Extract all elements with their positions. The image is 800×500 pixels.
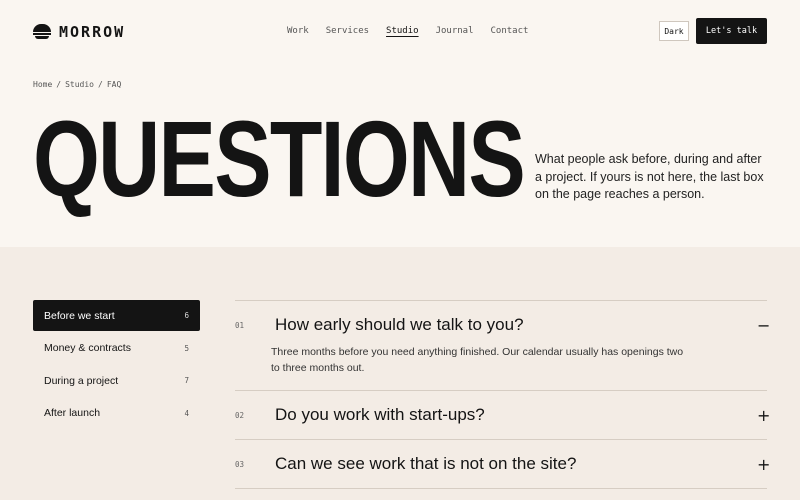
main-nav: Work Services Studio Journal Contact (287, 26, 545, 36)
breadcrumb: Home / Studio / FAQ (33, 80, 122, 89)
plus-icon[interactable]: + (757, 406, 770, 425)
question-text: How early should we talk to you? (275, 315, 524, 334)
faq-divider (235, 488, 767, 489)
page-title: QUESTIONS (33, 98, 526, 220)
faq-question-toggle[interactable]: 02 Do you work with start-ups? + (235, 391, 770, 439)
category-money-contracts[interactable]: Money & contracts 5 (33, 333, 200, 364)
category-count: 4 (184, 408, 189, 418)
faq-category-nav: Before we start 6 Money & contracts 5 Du… (33, 300, 200, 430)
question-number: 01 (235, 320, 245, 330)
page-description: What people ask before, during and after… (535, 152, 764, 201)
question-text: Can we see work that is not on the site? (275, 454, 577, 473)
breadcrumb-home[interactable]: Home (33, 80, 52, 89)
category-before-we-start[interactable]: Before we start 6 (33, 300, 200, 331)
category-after-launch[interactable]: After launch 4 (33, 398, 200, 429)
nav-item-studio[interactable]: Studio (386, 26, 419, 36)
faq-question-toggle[interactable]: 01 How early should we talk to you? − (235, 301, 770, 349)
lets-talk-button[interactable]: Let's talk (696, 18, 767, 44)
logo[interactable]: MORROW (33, 23, 125, 41)
minus-icon[interactable]: − (757, 316, 770, 335)
answer-text: Three months before you need anything fi… (271, 346, 684, 374)
brand-name: MORROW (59, 23, 126, 41)
faq-item: 01 How early should we talk to you? − Th… (235, 300, 770, 390)
faq-question-toggle[interactable]: 03 Can we see work that is not on the si… (235, 440, 770, 488)
faq-list: 01 How early should we talk to you? − Th… (235, 300, 770, 489)
breadcrumb-faq: FAQ (106, 80, 122, 89)
nav-item-journal[interactable]: Journal (436, 26, 474, 36)
dark-mode-toggle[interactable]: Dark (659, 21, 689, 41)
category-count: 6 (184, 311, 189, 320)
category-label: During a project (44, 374, 119, 387)
category-label: Before we start (44, 309, 115, 322)
category-during-a-project[interactable]: During a project 7 (33, 365, 200, 396)
question-text: Do you work with start-ups? (275, 405, 485, 424)
nav-item-services[interactable]: Services (326, 26, 369, 36)
nav-item-contact[interactable]: Contact (491, 26, 529, 36)
nav-item-work[interactable]: Work (287, 26, 309, 36)
plus-icon[interactable]: + (757, 455, 770, 474)
question-number: 03 (235, 459, 245, 469)
category-label: Money & contracts (44, 342, 131, 354)
faq-item: 03 Can we see work that is not on the si… (235, 439, 770, 488)
category-count: 5 (184, 343, 189, 353)
question-number: 02 (235, 410, 245, 420)
hat-icon (33, 24, 51, 40)
hero-section: MORROW Work Services Studio Journal Cont… (0, 0, 800, 247)
category-label: After launch (44, 407, 101, 419)
breadcrumb-studio[interactable]: Studio (65, 80, 94, 89)
category-count: 7 (184, 376, 189, 385)
faq-item: 02 Do you work with start-ups? + (235, 390, 770, 439)
